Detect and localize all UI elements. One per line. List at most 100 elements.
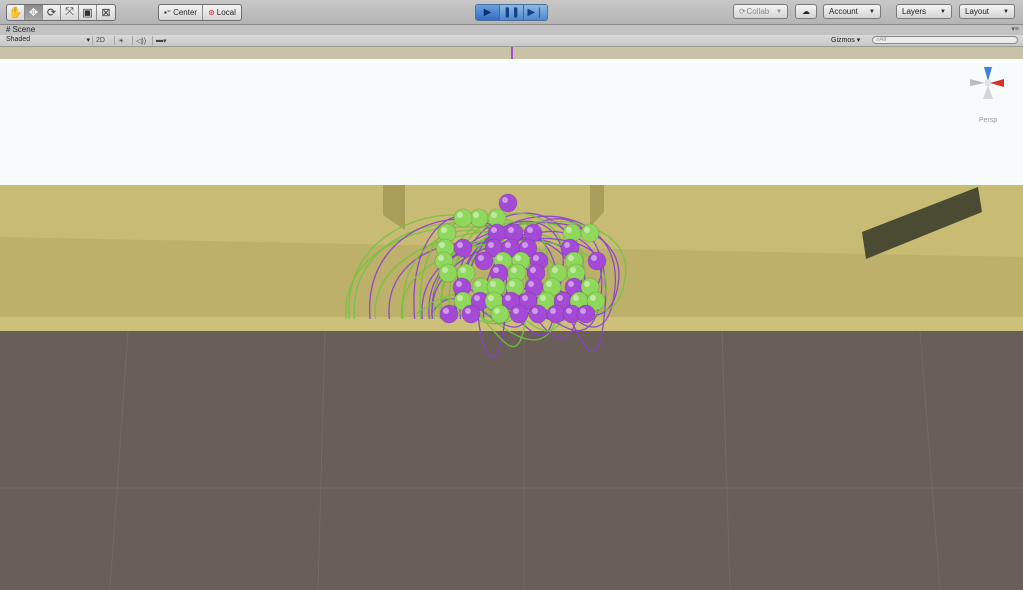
audio-toggle-button[interactable]: ◁)): [132, 36, 149, 45]
particle-highlight: [442, 267, 448, 273]
particle-highlight: [533, 255, 539, 261]
particle-highlight: [457, 295, 463, 301]
local-rotation-icon: ⊛: [208, 8, 215, 17]
scene-render[interactable]: Persp: [0, 47, 1023, 590]
shading-mode-dropdown[interactable]: Shaded ▾: [6, 36, 90, 44]
particle-highlight: [566, 308, 572, 314]
pivot-center-label: Center: [173, 8, 198, 17]
green-particle[interactable]: [453, 208, 473, 228]
collab-dropdown-icon: ▼: [776, 8, 782, 15]
scale-tool-button[interactable]: ⤧: [61, 5, 79, 20]
tab-options-icon[interactable]: ▾≡: [1011, 25, 1019, 33]
particle-highlight: [570, 267, 576, 273]
particle-highlight: [550, 308, 556, 314]
collab-icon: ⟳: [739, 7, 746, 16]
particle-highlight: [443, 308, 449, 314]
gizmos-dropdown-icon: ▾: [856, 37, 861, 44]
2d-toggle-label: 2D: [96, 37, 105, 44]
step-icon: ▶❘: [527, 7, 544, 18]
pause-button[interactable]: ❚❚: [500, 5, 524, 20]
purple-particle[interactable]: [576, 304, 596, 324]
particle-highlight: [508, 227, 514, 233]
purple-particle[interactable]: [528, 304, 548, 324]
particle-highlight: [475, 281, 481, 287]
purple-particle[interactable]: [509, 304, 529, 324]
rect-tool-button[interactable]: ▣: [79, 5, 97, 20]
particle-highlight: [491, 212, 497, 218]
particle-highlight: [491, 227, 497, 233]
cloud-icon: ☁: [802, 7, 810, 16]
purple-particle[interactable]: [453, 238, 473, 258]
particle-highlight: [473, 212, 479, 218]
hand-tool-button[interactable]: ✋: [7, 5, 25, 20]
search-placeholder: All: [879, 37, 887, 43]
layers-dropdown-icon: ▼: [940, 8, 946, 15]
step-button[interactable]: ▶❘: [524, 5, 547, 20]
scene-tab-bar: # Scene ▾≡: [0, 25, 1023, 35]
particle-highlight: [441, 227, 447, 233]
shading-mode-label: Shaded: [6, 36, 31, 43]
gizmos-label: Gizmos: [831, 37, 855, 44]
purple-particle[interactable]: [587, 251, 607, 271]
green-particle[interactable]: [580, 223, 600, 243]
tab-scene[interactable]: # Scene: [6, 25, 35, 34]
projection-label[interactable]: Persp: [979, 117, 997, 124]
gizmos-dropdown[interactable]: Gizmos ▾: [831, 36, 860, 44]
particle-highlight: [438, 255, 444, 261]
particle-highlight: [513, 308, 519, 314]
rotate-tool-button[interactable]: ⟳: [43, 5, 61, 20]
playback-controls: ▶ ❚❚ ▶❘: [475, 4, 548, 21]
purple-particle[interactable]: [474, 251, 494, 271]
collab-button[interactable]: ⟳ Collab ▼: [733, 4, 788, 19]
particle-highlight: [515, 255, 521, 261]
effects-dropdown[interactable]: ▬ ▾: [152, 36, 170, 45]
particle-highlight: [460, 267, 466, 273]
pivot-toggle-group: ▪⁼ Center ⊛ Local: [158, 4, 242, 21]
collab-label: Collab: [746, 7, 770, 16]
pivot-local-label: Local: [216, 8, 236, 17]
scene-viewport[interactable]: Persp: [0, 47, 1023, 590]
layout-dropdown-icon: ▼: [1003, 8, 1009, 15]
green-particle[interactable]: [469, 208, 489, 228]
transform-tools-group: ✋ ✥ ⟳ ⤧ ▣ ⊠: [6, 4, 116, 21]
account-dropdown-icon: ▼: [869, 8, 875, 15]
layers-dropdown[interactable]: Layers ▼: [896, 4, 952, 19]
2d-toggle-button[interactable]: 2D: [92, 36, 108, 45]
play-button[interactable]: ▶: [476, 5, 500, 20]
particle-highlight: [497, 255, 503, 261]
account-dropdown[interactable]: Account ▼: [823, 4, 881, 19]
particle-highlight: [564, 242, 570, 248]
transform-tool-button[interactable]: ⊠: [97, 5, 115, 20]
purple-particle[interactable]: [461, 304, 481, 324]
particle-highlight: [478, 255, 484, 261]
gizmo-center-cube-icon[interactable]: [985, 80, 991, 86]
hierarchy-search-input[interactable]: ⌕ All: [872, 36, 1018, 44]
particle-highlight: [546, 281, 552, 287]
layers-label: Layers: [902, 7, 927, 16]
particle-highlight: [505, 242, 511, 248]
particle-highlight: [488, 242, 494, 248]
particle-highlight: [584, 281, 590, 287]
particle-highlight: [580, 308, 586, 314]
unity-editor-window: ✋ ✥ ⟳ ⤧ ▣ ⊠ ▪⁼ Center ⊛ Local ▶ ❚❚ ▶❘ ⟳ Colla…: [0, 0, 1023, 590]
account-label: Account: [829, 7, 858, 16]
particle-highlight: [528, 281, 534, 287]
layout-dropdown[interactable]: Layout ▼: [959, 4, 1015, 19]
lighting-toggle-button[interactable]: ☀: [114, 36, 127, 45]
purple-particle[interactable]: [498, 193, 518, 213]
green-particle[interactable]: [490, 304, 510, 324]
move-tool-button[interactable]: ✥: [25, 5, 43, 20]
image-effects-icon: ▬: [156, 37, 163, 44]
layout-label: Layout: [965, 7, 990, 16]
purple-particle[interactable]: [439, 304, 459, 324]
green-particle[interactable]: [438, 263, 458, 283]
particle-highlight: [522, 295, 528, 301]
pivot-center-button[interactable]: ▪⁼ Center: [159, 5, 204, 20]
pivot-local-button[interactable]: ⊛ Local: [203, 5, 241, 20]
particle-highlight: [530, 267, 536, 273]
particle-highlight: [527, 227, 533, 233]
purple-particle[interactable]: [546, 304, 566, 324]
cloud-button[interactable]: ☁: [795, 4, 817, 19]
particle-highlight: [456, 281, 462, 287]
rotate-tool-icon: ⟳: [46, 7, 57, 19]
